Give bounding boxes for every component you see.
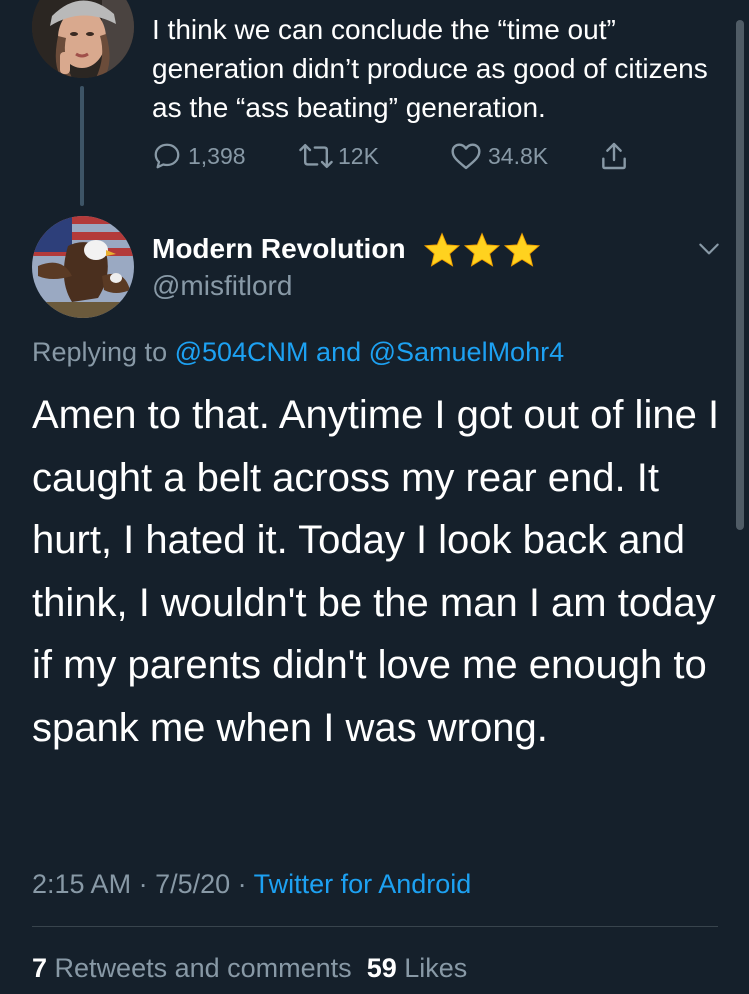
share-action[interactable] [598,140,630,172]
likes-count: 59 [366,953,397,983]
star-icon [463,232,501,267]
more-options-button[interactable] [696,236,722,267]
tweet-body: Amen to that. Anytime I got out of line … [32,393,720,750]
scrollbar[interactable] [736,20,744,530]
likes-stat[interactable]: 59 Likes [367,953,468,983]
star-icon [503,232,541,267]
share-icon [602,142,626,170]
like-action[interactable]: 34.8K [450,141,598,171]
retweets-comments-stat[interactable]: 7 Retweets and comments [32,953,352,983]
prev-tweet-text: I think we can conclude the “time out” g… [152,14,708,123]
replying-to: Replying to @504CNM and @SamuelMohr4 [32,334,564,370]
divider [32,926,718,927]
reply-count: 1,398 [188,142,246,169]
replying-to-and: and [308,337,369,367]
reply-action[interactable]: 1,398 [152,141,298,171]
tweet-stats: 7 Retweets and comments 59 Likes [32,950,467,986]
retweets-comments-label: Retweets and comments [54,953,352,983]
retweet-action[interactable]: 12K [298,142,450,170]
prev-tweet-actions: 1,398 12K 34.8K [152,140,630,172]
retweets-comments-count: 7 [32,953,48,983]
tweet-meta: 2:15 AM · 7/5/20 · Twitter for Android [32,869,472,899]
name-star-emojis [423,232,541,268]
retweet-icon [299,144,333,168]
tweet-source-link[interactable]: Twitter for Android [254,869,472,899]
replying-to-label: Replying to [32,337,175,367]
display-name[interactable]: Modern Revolution [152,232,406,266]
tweet-date: 7/5/20 [155,869,231,899]
prev-author-avatar[interactable] [32,0,134,78]
eagle-flag-avatar-image [32,216,134,318]
thread-line [80,86,84,206]
like-count: 34.8K [488,142,549,169]
replying-to-user-504cnm[interactable]: @504CNM [175,337,309,367]
heart-icon [451,143,481,170]
tweet-time: 2:15 AM [32,869,132,899]
retweet-count: 12K [338,142,379,169]
author-avatar[interactable] [32,216,134,318]
reply-icon [154,143,180,169]
user-handle[interactable]: @misfitlord [152,268,292,304]
prev-author-avatar-image [32,0,134,78]
likes-label: Likes [404,953,468,983]
chevron-down-icon [699,243,719,255]
star-icon [423,232,461,267]
replying-to-user-samuelmohr4[interactable]: @SamuelMohr4 [369,337,565,367]
